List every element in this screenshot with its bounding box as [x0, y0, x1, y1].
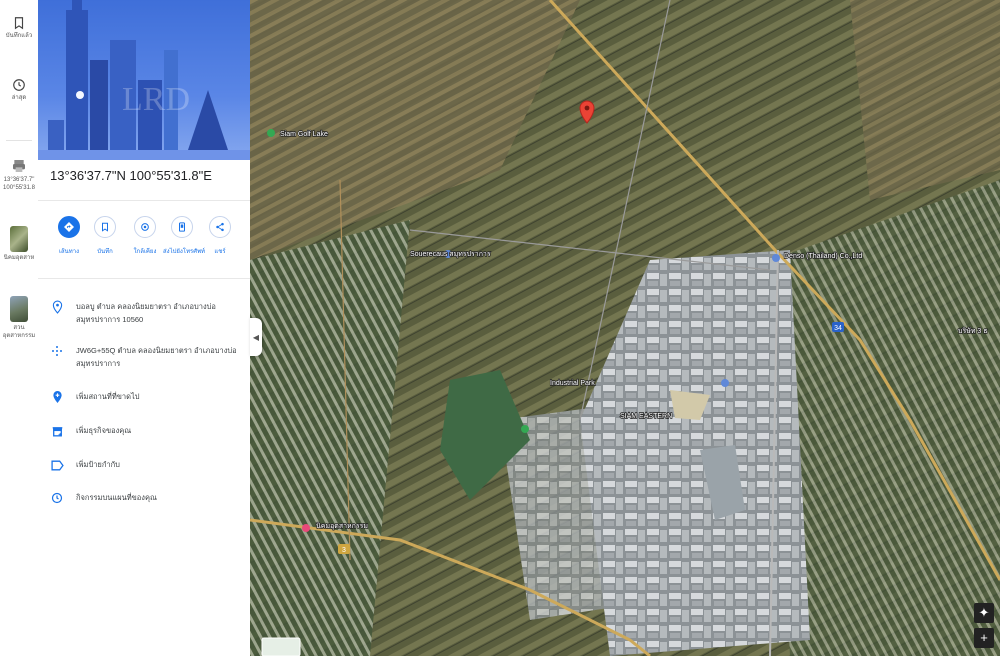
- place-hero-image[interactable]: LRD: [38, 0, 250, 160]
- divider: [38, 278, 250, 279]
- directions-button[interactable]: เส้นทาง: [50, 216, 88, 256]
- address-row[interactable]: บอลบู ตำบล คลองนิยมยาตรา อำเภอบางบ่อ สมุ…: [38, 300, 250, 328]
- add-label-row[interactable]: เพิ่มป้ายกำกับ: [38, 458, 250, 472]
- nearby-button[interactable]: ใกล้เคียง: [126, 216, 164, 256]
- place-panel: LRD 13°36'37.7"N 100°55'31.8"E เส้นทาง บ…: [38, 0, 251, 656]
- send-to-phone-button[interactable]: ส่งไปยังโทรศัพท์: [163, 216, 205, 256]
- zoom-in-button[interactable]: +: [974, 628, 994, 648]
- directions-icon: [64, 222, 74, 232]
- road-badge: 3: [338, 544, 350, 554]
- collapse-panel-button[interactable]: ◀: [250, 318, 262, 356]
- nearby-icon: [141, 223, 149, 231]
- poi-label: SIAM EASTERN: [620, 413, 672, 420]
- send-to-phone-label: ส่งไปยังโทรศัพท์: [163, 249, 205, 255]
- map-canvas: 34 3 Siam Golf Lake Denso (Thailand) Co.…: [250, 0, 1000, 656]
- directions-label: เส้นทาง: [58, 249, 80, 255]
- recent-item-2-label: นิคมอุตสาห: [3, 255, 35, 261]
- printer-icon: [13, 160, 25, 172]
- share-icon: [216, 222, 224, 232]
- poi-label: Industrial Park: [550, 380, 595, 387]
- saved-button[interactable]: บันทึกแล้ว: [0, 16, 38, 40]
- recent-item-coords-label: 13°36'37.7" 100°55'31.8: [3, 177, 35, 191]
- chevron-left-icon: ◀: [252, 332, 260, 342]
- left-rail: บันทึกแล้ว ล่าสุด 13°36'37.7" 100°55'31.…: [0, 0, 39, 656]
- bookmark-icon: [102, 222, 108, 232]
- thumbnail: [10, 296, 28, 322]
- recent-button[interactable]: ล่าสุด: [0, 78, 38, 102]
- add-missing-place-text: เพิ่มสถานที่ที่ขาดไป: [76, 392, 140, 401]
- map-activity-row[interactable]: กิจกรรมบนแผนที่ของคุณ: [38, 491, 250, 505]
- rail-divider: [6, 140, 32, 141]
- city-illustration: LRD: [38, 0, 250, 160]
- plus-code-text: JW6G+55Q ตำบล คลองนิยมยาตรา อำเภอบางบ่อ …: [76, 346, 237, 368]
- add-missing-place-row[interactable]: เพิ่มสถานที่ที่ขาดไป: [38, 390, 250, 404]
- share-label: แชร์: [214, 249, 226, 255]
- saved-label: บันทึกแล้ว: [5, 33, 33, 39]
- share-button[interactable]: แชร์: [201, 216, 239, 256]
- label-icon: [50, 460, 64, 470]
- poi-label: Denso (Thailand) Co.,Ltd: [784, 253, 862, 260]
- add-business-row[interactable]: เพิ่มธุรกิจของคุณ: [38, 424, 250, 438]
- recent-item-coords[interactable]: 13°36'37.7" 100°55'31.8: [0, 158, 38, 192]
- recent-item-3-label: สวน อุตสาหกรรม: [2, 325, 36, 339]
- compass-icon: ✦: [978, 605, 990, 620]
- plus-code-icon: [52, 346, 62, 356]
- recent-item-2[interactable]: นิคมอุตสาห: [0, 226, 38, 262]
- history-icon: [13, 79, 25, 91]
- recent-item-3[interactable]: สวน อุตสาหกรรม: [0, 296, 38, 340]
- satellite-map[interactable]: 34 3 Siam Golf Lake Denso (Thailand) Co.…: [250, 0, 1000, 656]
- poi-label: นิคมอุตสาหกรรม: [316, 522, 368, 530]
- save-button[interactable]: บันทึก: [86, 216, 124, 256]
- store-icon: [52, 426, 62, 436]
- phone-icon: [179, 222, 185, 232]
- poi-label: บริษัท 3 ธ: [958, 327, 988, 335]
- bookmark-icon: [14, 17, 24, 30]
- add-location-icon: [52, 391, 62, 403]
- add-business-text: เพิ่มธุรกิจของคุณ: [76, 426, 132, 435]
- road-badge-text: 3: [342, 547, 346, 554]
- place-coordinates: 13°36'37.7"N 100°55'31.8"E: [50, 168, 212, 183]
- add-label-text: เพิ่มป้ายกำกับ: [76, 460, 120, 469]
- poi-label: Souerecaus สมุทรปราการ: [410, 251, 491, 258]
- layers-thumbnail[interactable]: [261, 637, 301, 656]
- plus-code-row[interactable]: JW6G+55Q ตำบล คลองนิยมยาตรา อำเภอบางบ่อ …: [38, 344, 250, 372]
- hero-watermark: LRD: [122, 81, 190, 118]
- poi-marker[interactable]: Souerecaus สมุทรปราการ: [409, 250, 492, 259]
- compass-button[interactable]: ✦: [974, 603, 994, 623]
- divider: [38, 200, 250, 201]
- road-badge: 34: [832, 322, 844, 332]
- poi-marker[interactable]: บริษัท 3 ธ: [957, 326, 988, 336]
- thumbnail: [10, 226, 28, 252]
- address-text: บอลบู ตำบล คลองนิยมยาตรา อำเภอบางบ่อ สมุ…: [76, 302, 216, 324]
- road-badge-text: 34: [834, 325, 842, 332]
- nearby-label: ใกล้เคียง: [133, 249, 157, 255]
- poi-label: Siam Golf Lake: [280, 131, 328, 138]
- location-pin-icon: [52, 300, 62, 314]
- recent-label: ล่าสุด: [11, 95, 27, 101]
- save-label: บันทึก: [97, 249, 113, 255]
- map-activity-text: กิจกรรมบนแผนที่ของคุณ: [76, 493, 157, 502]
- plus-icon: +: [980, 630, 988, 645]
- history-icon: [51, 492, 63, 504]
